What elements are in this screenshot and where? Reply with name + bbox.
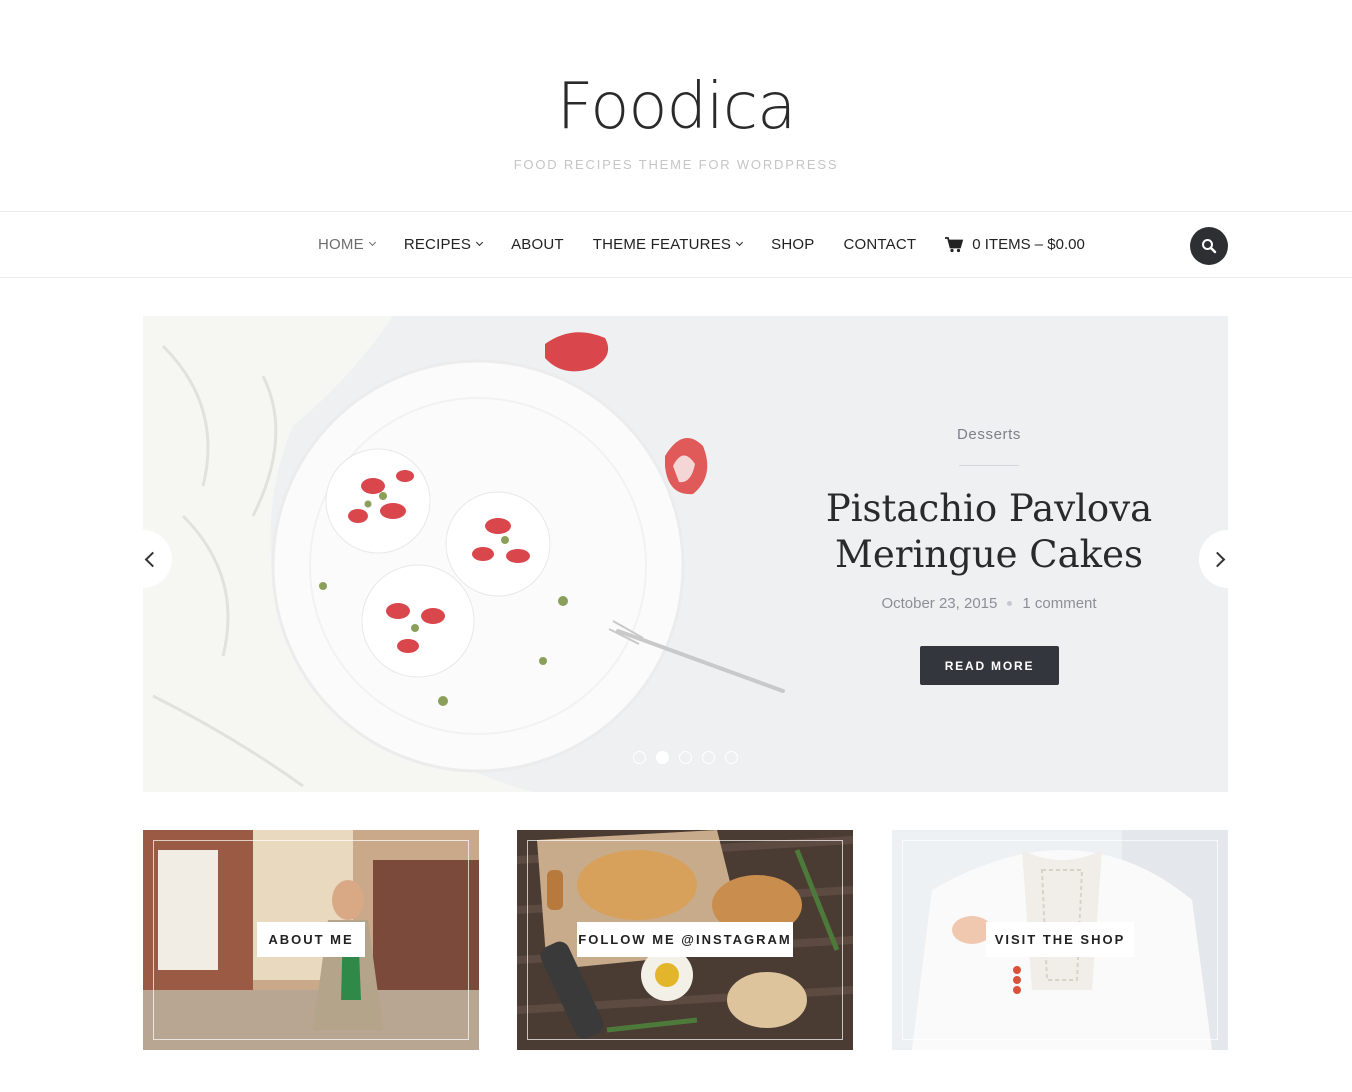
chevron-left-icon — [144, 551, 161, 568]
chevron-down-icon — [368, 238, 376, 247]
search-icon — [1202, 239, 1217, 254]
nav-item-home[interactable]: HOME — [318, 236, 376, 253]
cart-icon — [945, 236, 964, 252]
promo-label: FOLLOW ME @INSTAGRAM — [577, 922, 793, 957]
slide-title[interactable]: Pistachio Pavlova Meringue Cakes — [783, 486, 1195, 578]
nav-item-label: CONTACT — [843, 236, 917, 253]
slide-title-line2: Meringue Cakes — [835, 533, 1143, 576]
nav-item-about[interactable]: ABOUT — [511, 236, 564, 253]
nav-item-theme-features[interactable]: THEME FEATURES — [592, 236, 744, 253]
chevron-down-icon — [476, 238, 484, 247]
slider-dot[interactable] — [725, 751, 738, 764]
chevron-right-icon — [1209, 551, 1226, 568]
nav-item-contact[interactable]: CONTACT — [843, 236, 916, 253]
featured-slider: Desserts Pistachio Pavlova Meringue Cake… — [143, 316, 1228, 792]
slider-dot[interactable] — [679, 751, 692, 764]
nav-item-label: HOME — [318, 236, 364, 253]
nav-item-label: SHOP — [771, 236, 815, 253]
slide-comments[interactable]: 1 comment — [1022, 595, 1096, 612]
slide-title-line1: Pistachio Pavlova — [825, 487, 1153, 530]
site-tagline: FOOD RECIPES THEME FOR WORDPRESS — [513, 157, 839, 172]
slider-dot[interactable] — [633, 751, 646, 764]
search-button[interactable] — [1190, 227, 1228, 265]
nav-item-label: ABOUT — [511, 236, 564, 253]
site-logo[interactable]: Foodica — [0, 62, 1352, 152]
cart-summary: 0 ITEMS – $0.00 — [972, 236, 1085, 253]
nav-item-label: THEME FEATURES — [592, 236, 732, 253]
nav-item-label: RECIPES — [403, 236, 472, 253]
slide-meta: October 23, 2015 1 comment — [783, 595, 1195, 612]
main-navigation: HOME RECIPES ABOUT THEME FEATURES SHOP C… — [0, 211, 1352, 278]
slider-prev-button[interactable] — [114, 530, 172, 588]
slide-date: October 23, 2015 — [881, 595, 998, 612]
promo-about-me[interactable]: ABOUT ME — [143, 830, 479, 1050]
promo-instagram[interactable]: FOLLOW ME @INSTAGRAM — [517, 830, 853, 1050]
cart-link[interactable]: 0 ITEMS – $0.00 — [945, 236, 1085, 253]
chevron-down-icon — [736, 238, 744, 247]
slider-next-button[interactable] — [1199, 530, 1257, 588]
promo-label: VISIT THE SHOP — [986, 922, 1134, 957]
slide-category[interactable]: Desserts — [783, 426, 1195, 443]
slider-dot-active[interactable] — [656, 751, 669, 764]
promo-label: ABOUT ME — [257, 922, 365, 957]
read-more-button[interactable]: READ MORE — [920, 646, 1059, 685]
slider-dot[interactable] — [702, 751, 715, 764]
meta-separator — [1007, 601, 1013, 606]
nav-item-recipes[interactable]: RECIPES — [403, 236, 484, 253]
slider-pagination — [633, 751, 748, 764]
promo-shop[interactable]: VISIT THE SHOP — [892, 830, 1228, 1050]
site-header: Foodica FOOD RECIPES THEME FOR WORDPRESS — [0, 0, 1352, 211]
nav-item-shop[interactable]: SHOP — [771, 236, 814, 253]
slide-content: Desserts Pistachio Pavlova Meringue Cake… — [783, 316, 1195, 792]
category-divider — [959, 465, 1019, 466]
